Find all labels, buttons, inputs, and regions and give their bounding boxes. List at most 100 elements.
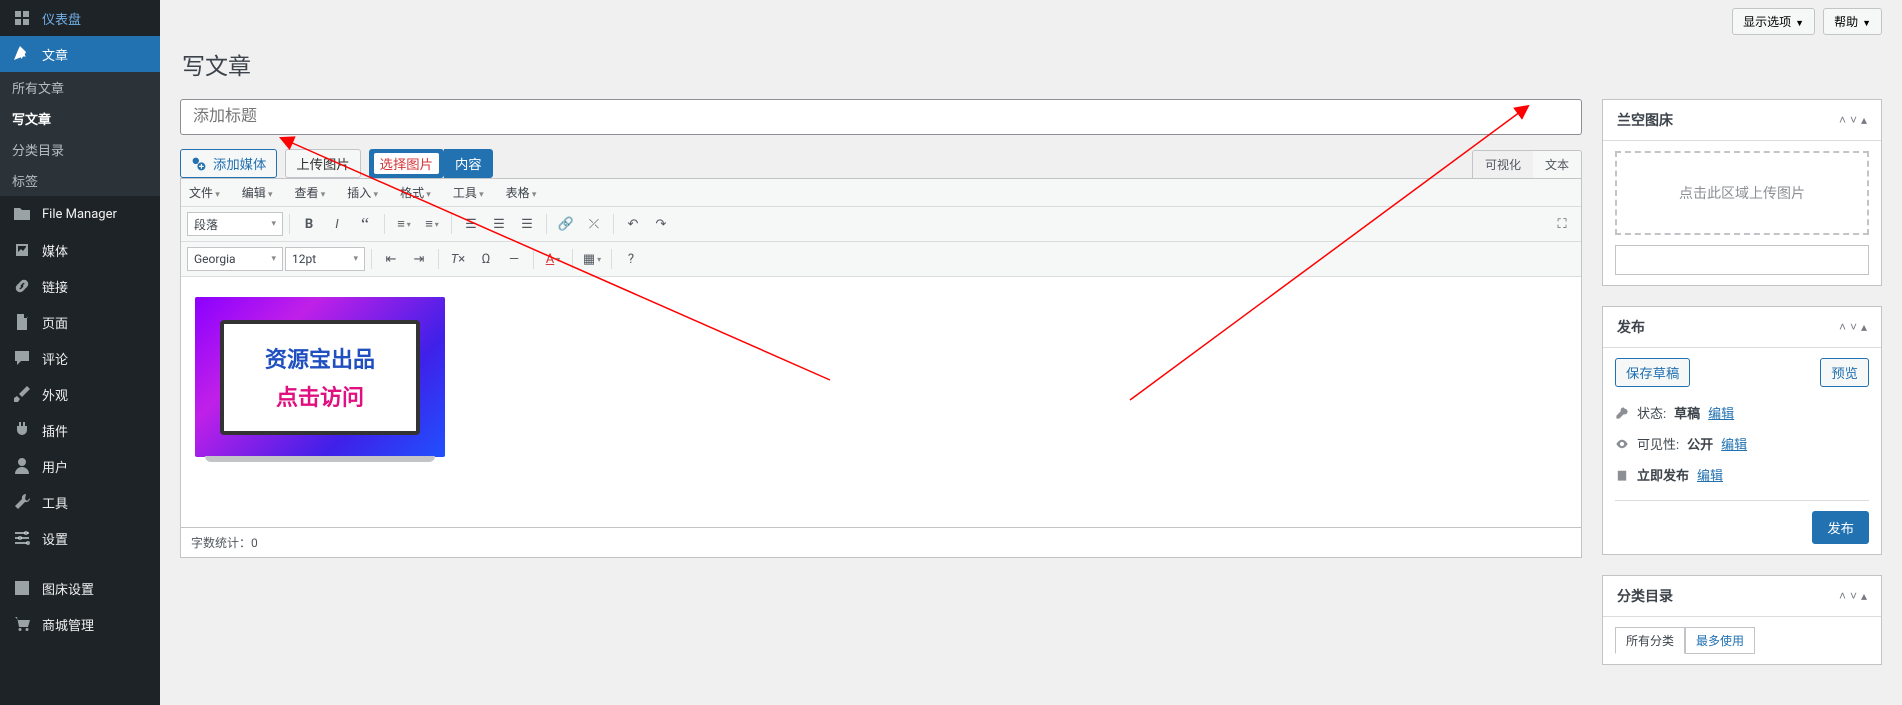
italic-button[interactable]: I	[324, 211, 350, 237]
font-size-select[interactable]: 12pt	[285, 247, 365, 271]
text-color-button[interactable]: A	[540, 246, 566, 272]
box-toggle-icon[interactable]: ▴	[1861, 113, 1867, 127]
publish-button[interactable]: 发布	[1812, 511, 1869, 544]
visibility-row: 可见性: 公开 编辑	[1615, 428, 1869, 459]
menu-mall[interactable]: 商城管理	[0, 606, 160, 642]
wrench-icon	[12, 492, 32, 512]
mce-menu-view[interactable]: 查看	[295, 184, 326, 201]
sub-tags[interactable]: 标签	[0, 165, 160, 196]
mce-menu-format[interactable]: 格式	[400, 184, 431, 201]
ad-line2: 点击访问	[276, 380, 364, 412]
key-icon	[1615, 406, 1629, 420]
tab-visual[interactable]: 可视化	[1473, 151, 1533, 178]
link-button[interactable]: 🔗	[553, 211, 579, 237]
cat-tab-all[interactable]: 所有分类	[1615, 627, 1685, 654]
menu-media[interactable]: 媒体	[0, 232, 160, 268]
eye-icon	[1615, 437, 1629, 451]
align-left-button[interactable]: ☰	[458, 211, 484, 237]
align-center-button[interactable]: ☰	[486, 211, 512, 237]
publish-box: 发布 ˄ ˅ ▴ 保存草稿 预览	[1602, 306, 1882, 555]
font-family-select[interactable]: Georgia	[187, 247, 283, 271]
wordcount-status: 字数统计：0	[180, 528, 1582, 558]
menu-settings[interactable]: 设置	[0, 520, 160, 556]
menu-users[interactable]: 用户	[0, 448, 160, 484]
box-toggle-icon[interactable]: ▴	[1861, 589, 1867, 603]
box-up-icon[interactable]: ˄	[1839, 113, 1846, 127]
mce-menu-table[interactable]: 表格	[506, 184, 537, 201]
menu-pages[interactable]: 页面	[0, 304, 160, 340]
menu-comments[interactable]: 评论	[0, 340, 160, 376]
redo-button[interactable]: ↷	[648, 211, 674, 237]
imgbed-url-input[interactable]	[1615, 245, 1869, 275]
mce-menubar: 文件 编辑 查看 插入 格式 工具 表格	[181, 179, 1581, 207]
help-icon-button[interactable]: ?	[618, 246, 644, 272]
box-down-icon[interactable]: ˅	[1850, 589, 1857, 603]
mce-menu-file[interactable]: 文件	[189, 184, 220, 201]
box-toggle-icon[interactable]: ▴	[1861, 320, 1867, 334]
menu-tools[interactable]: 工具	[0, 484, 160, 520]
box-up-icon[interactable]: ˄	[1839, 589, 1846, 603]
calendar-icon	[1615, 468, 1629, 482]
sub-categories[interactable]: 分类目录	[0, 134, 160, 165]
upload-dropzone[interactable]: 点击此区域上传图片	[1615, 151, 1869, 235]
fullscreen-button[interactable]: ⛶	[1549, 211, 1575, 237]
link-icon	[12, 276, 32, 296]
menu-posts[interactable]: 文章	[0, 36, 160, 72]
hr-button[interactable]: —	[501, 246, 527, 272]
cat-tab-most[interactable]: 最多使用	[1685, 627, 1755, 654]
edit-schedule-link[interactable]: 编辑	[1697, 465, 1723, 484]
menu-plugins[interactable]: 插件	[0, 412, 160, 448]
format-select[interactable]: 段落	[187, 212, 283, 236]
menu-dashboard[interactable]: 仪表盘	[0, 0, 160, 36]
media-plus-icon	[191, 156, 207, 172]
menu-appearance[interactable]: 外观	[0, 376, 160, 412]
add-media-button[interactable]: 添加媒体	[180, 149, 277, 178]
ad-line1: 资源宝出品	[265, 342, 375, 374]
mce-menu-insert[interactable]: 插入	[347, 184, 378, 201]
bullet-list-button[interactable]: ≡	[391, 211, 417, 237]
menu-posts-sub: 所有文章 写文章 分类目录 标签	[0, 72, 160, 196]
unlink-button[interactable]: ⤫	[581, 211, 607, 237]
preview-button[interactable]: 预览	[1820, 358, 1869, 387]
menu-links[interactable]: 链接	[0, 268, 160, 304]
tab-text[interactable]: 文本	[1533, 151, 1581, 178]
editor-content-area[interactable]: 资源宝出品 点击访问	[181, 277, 1581, 527]
screen-options-button[interactable]: 显示选项▼	[1732, 8, 1815, 35]
menu-imgbed-settings[interactable]: 图床设置	[0, 570, 160, 606]
select-image-button[interactable]: 选择图片	[369, 149, 444, 178]
insert-content-button[interactable]: 内容	[444, 149, 493, 178]
schedule-row: 立即发布 编辑	[1615, 459, 1869, 490]
bold-button[interactable]: B	[296, 211, 322, 237]
edit-status-link[interactable]: 编辑	[1708, 403, 1734, 422]
table-button[interactable]: ▦	[579, 246, 605, 272]
clear-format-button[interactable]: T×	[445, 246, 471, 272]
indent-button[interactable]: ⇥	[406, 246, 432, 272]
align-right-button[interactable]: ☰	[514, 211, 540, 237]
save-draft-button[interactable]: 保存草稿	[1615, 358, 1690, 387]
upload-image-button[interactable]: 上传图片	[285, 149, 360, 178]
pin-icon	[12, 44, 32, 64]
box-down-icon[interactable]: ˅	[1850, 113, 1857, 127]
post-title-input[interactable]	[180, 99, 1582, 135]
numbered-list-button[interactable]: ≡	[419, 211, 445, 237]
help-button[interactable]: 帮助▼	[1823, 8, 1882, 35]
sliders-icon	[12, 528, 32, 548]
special-char-button[interactable]: Ω	[473, 246, 499, 272]
box-down-icon[interactable]: ˅	[1850, 320, 1857, 334]
sub-all-posts[interactable]: 所有文章	[0, 72, 160, 103]
media-icon	[12, 240, 32, 260]
edit-visibility-link[interactable]: 编辑	[1721, 434, 1747, 453]
imgbed-box-title: 兰空图床	[1617, 110, 1673, 130]
sub-new-post[interactable]: 写文章	[0, 103, 160, 134]
blockquote-button[interactable]: “	[352, 211, 378, 237]
menu-file-manager[interactable]: File Manager	[0, 196, 160, 232]
category-box-title: 分类目录	[1617, 586, 1673, 606]
mce-menu-tools[interactable]: 工具	[453, 184, 484, 201]
undo-button[interactable]: ↶	[620, 211, 646, 237]
plug-icon	[12, 420, 32, 440]
imgbed-box: 兰空图床 ˄ ˅ ▴ 点击此区域上传图片	[1602, 99, 1882, 286]
box-up-icon[interactable]: ˄	[1839, 320, 1846, 334]
outdent-button[interactable]: ⇤	[378, 246, 404, 272]
page-icon	[12, 312, 32, 332]
mce-menu-edit[interactable]: 编辑	[242, 184, 273, 201]
